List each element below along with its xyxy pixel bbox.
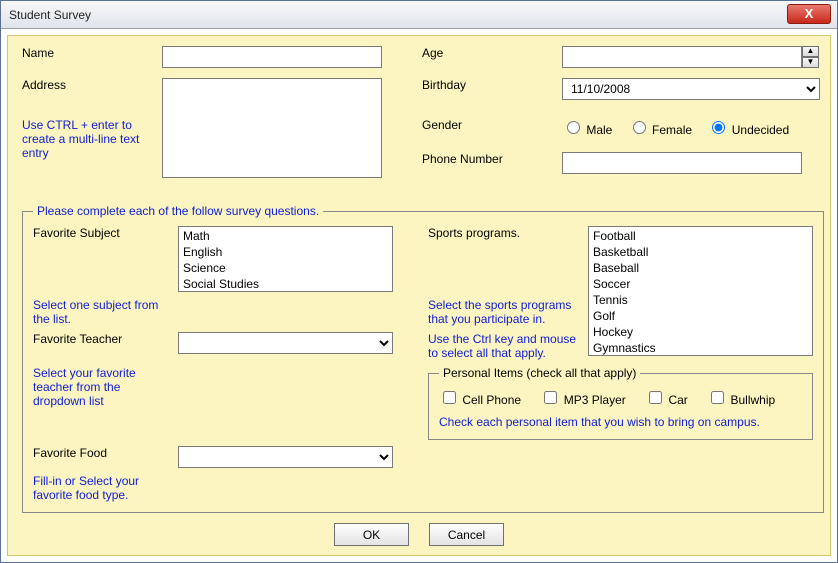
personal-items-legend: Personal Items (check all that apply) [439, 366, 640, 380]
top-section: Name Age ▲ ▼ Address Birthday 11/10/2008… [22, 46, 816, 198]
titlebar: Student Survey X [1, 1, 837, 29]
fav-food-label: Favorite Food [33, 446, 178, 460]
fav-subject-hint: Select one subject from the list. [33, 298, 163, 326]
age-spinner: ▲ ▼ [562, 46, 822, 68]
personal-items-hint: Check each personal item that you wish t… [439, 415, 802, 429]
list-item[interactable]: Golf [591, 308, 810, 324]
survey-fieldset: Please complete each of the follow surve… [22, 204, 824, 513]
list-item[interactable]: Social Studies [181, 276, 390, 292]
fav-teacher-hint: Select your favorite teacher from the dr… [33, 366, 168, 408]
list-item[interactable]: Basketball [591, 244, 810, 260]
age-input[interactable] [562, 46, 802, 68]
survey-legend: Please complete each of the follow surve… [33, 204, 323, 218]
name-label: Name [22, 46, 162, 60]
chk-car[interactable]: Car [645, 393, 688, 407]
list-item[interactable]: Tennis [591, 292, 810, 308]
cancel-button[interactable]: Cancel [429, 523, 504, 546]
sports-list[interactable]: Football Basketball Baseball Soccer Tenn… [588, 226, 813, 356]
list-item[interactable]: Football [591, 228, 810, 244]
fav-teacher-label: Favorite Teacher [33, 332, 178, 346]
gender-male[interactable]: Male [562, 123, 612, 137]
list-item[interactable]: Math [181, 228, 390, 244]
ok-button[interactable]: OK [334, 523, 409, 546]
list-item[interactable]: Science [181, 260, 390, 276]
client-area: Name Age ▲ ▼ Address Birthday 11/10/2008… [7, 35, 831, 556]
age-spin-up[interactable]: ▲ [802, 46, 819, 57]
list-item[interactable]: Hockey [591, 324, 810, 340]
gender-label: Gender [422, 118, 562, 132]
age-spin-down[interactable]: ▼ [802, 57, 819, 68]
dialog-buttons: OK Cancel [22, 523, 816, 546]
sports-label: Sports programs. [428, 226, 588, 240]
dialog-window: Student Survey X Name Age ▲ ▼ Address Bi… [0, 0, 838, 563]
age-label: Age [422, 46, 562, 60]
address-label: Address [22, 78, 162, 92]
name-input[interactable] [162, 46, 382, 68]
personal-items-fieldset: Personal Items (check all that apply) Ce… [428, 366, 813, 440]
chk-mp3[interactable]: MP3 Player [540, 393, 625, 407]
list-item[interactable]: Soccer [591, 276, 810, 292]
address-input[interactable] [162, 78, 382, 178]
fav-subject-label: Favorite Subject [33, 226, 178, 240]
list-item[interactable]: English [181, 244, 390, 260]
window-title: Student Survey [9, 8, 91, 22]
personal-items-group: Cell Phone MP3 Player Car Bullwhip [439, 388, 802, 407]
birthday-select[interactable]: 11/10/2008 [562, 78, 820, 100]
sports-hint2: Use the Ctrl key and mouse to select all… [428, 332, 578, 360]
close-button[interactable]: X [787, 4, 831, 24]
fav-subject-list[interactable]: Math English Science Social Studies [178, 226, 393, 292]
phone-input[interactable] [562, 152, 802, 174]
sports-hint1: Select the sports programs that you part… [428, 298, 578, 326]
gender-group: Male Female Undecided [562, 118, 822, 137]
list-item[interactable]: Baseball [591, 260, 810, 276]
gender-female[interactable]: Female [628, 123, 692, 137]
list-item[interactable]: Gymnastics [591, 340, 810, 356]
address-hint: Use CTRL + enter to create a multi-line … [22, 118, 152, 160]
chk-cellphone[interactable]: Cell Phone [439, 393, 521, 407]
fav-food-hint: Fill-in or Select your favorite food typ… [33, 474, 173, 502]
birthday-label: Birthday [422, 78, 562, 92]
chk-bullwhip[interactable]: Bullwhip [707, 393, 775, 407]
gender-undecided[interactable]: Undecided [707, 123, 789, 137]
fav-teacher-select[interactable] [178, 332, 393, 354]
phone-label: Phone Number [422, 152, 562, 166]
fav-food-select[interactable] [178, 446, 393, 468]
